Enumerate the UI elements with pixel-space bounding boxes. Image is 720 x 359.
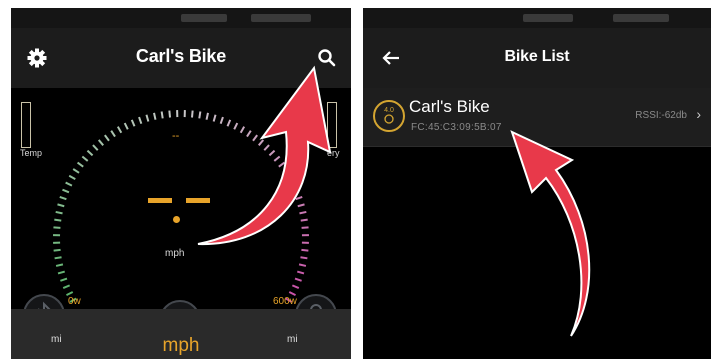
gauge-tick bbox=[246, 130, 252, 138]
gauge-tick bbox=[55, 263, 64, 267]
gauge-tick bbox=[300, 218, 308, 222]
gauge-tick bbox=[72, 168, 80, 174]
battery-bar bbox=[327, 102, 337, 148]
gauge-tick bbox=[282, 168, 290, 174]
speed-digit-right bbox=[186, 198, 210, 203]
battery-label: ery bbox=[327, 148, 340, 158]
svg-text:4.0: 4.0 bbox=[384, 107, 394, 114]
gauge-tick bbox=[60, 277, 68, 282]
gauge-tick bbox=[198, 111, 202, 119]
gauge-tick bbox=[55, 210, 63, 215]
gauge-tick bbox=[138, 116, 143, 125]
gauge-tick bbox=[130, 119, 136, 127]
gauge-tick bbox=[116, 126, 123, 134]
page-title: Bike List bbox=[504, 48, 570, 65]
gauge-tick bbox=[145, 114, 150, 122]
gauge-tick bbox=[81, 155, 89, 162]
gauge-tick bbox=[219, 116, 224, 125]
gauge-tick bbox=[205, 112, 209, 120]
page-title: Carl's Bike bbox=[135, 46, 227, 66]
gauge-tick bbox=[294, 277, 302, 282]
gauge-tick bbox=[295, 196, 303, 201]
bike-list-screen: Bike List 4.0 Carl's Bike FC:45:C3:09:5B… bbox=[363, 8, 711, 359]
gauge-tick bbox=[296, 270, 305, 275]
gauge-tick bbox=[298, 263, 307, 267]
status-bar bbox=[11, 8, 351, 28]
gauge-tick bbox=[59, 196, 67, 201]
gauge-tick bbox=[53, 248, 61, 252]
gauge-tick bbox=[104, 134, 110, 142]
gauge-tick bbox=[299, 210, 307, 215]
gauge-tick bbox=[301, 248, 309, 252]
gauge-tick bbox=[239, 126, 246, 134]
gauge-arc bbox=[53, 110, 309, 303]
gauge-tick bbox=[252, 134, 258, 142]
gauge-tick bbox=[53, 226, 61, 229]
gauge-tick bbox=[153, 112, 157, 120]
gauge-tick bbox=[300, 256, 308, 260]
gauge-tick bbox=[233, 122, 239, 130]
power-max-label: 600w bbox=[273, 296, 297, 307]
app-bar: Carl's Bike bbox=[11, 28, 351, 88]
gauge-tick bbox=[76, 161, 84, 168]
speed-dot bbox=[173, 216, 180, 223]
speed-digit-left bbox=[148, 198, 172, 203]
gauge-tick bbox=[65, 181, 73, 187]
status-bar bbox=[363, 8, 711, 28]
bike-address: FC:45:C3:09:5B:07 bbox=[411, 122, 502, 133]
bike-list-item[interactable]: 4.0 Carl's Bike FC:45:C3:09:5B:07 RSSI:-… bbox=[363, 88, 711, 147]
speed-unit: mph bbox=[165, 248, 185, 259]
gauge-tick bbox=[54, 218, 62, 222]
gauge-tick bbox=[263, 144, 270, 151]
gauge-tick bbox=[268, 149, 276, 157]
gauge-tick bbox=[289, 181, 297, 187]
gauge-tick bbox=[258, 139, 265, 146]
gauge-tick bbox=[123, 122, 129, 130]
gauge-tick bbox=[292, 188, 300, 194]
gauge-tick bbox=[160, 111, 164, 119]
gauge-tick bbox=[286, 174, 294, 180]
gauge-tick bbox=[291, 284, 300, 290]
gauge-tick bbox=[54, 256, 62, 260]
gauge-tick bbox=[68, 174, 76, 180]
gauge-tick bbox=[57, 203, 65, 208]
gauge-tick bbox=[297, 203, 305, 208]
bottom-bar: mi mi mph bbox=[11, 309, 351, 359]
search-icon[interactable] bbox=[313, 44, 341, 72]
speed-gauge: Temp ery -- mph 0w 600w bbox=[11, 88, 351, 318]
gauge-tick bbox=[191, 110, 194, 118]
gauge-tick bbox=[226, 119, 232, 127]
gauge-dash: -- bbox=[172, 130, 180, 142]
gauge-tick bbox=[57, 270, 66, 275]
temp-label: Temp bbox=[20, 148, 43, 158]
gauge-tick bbox=[288, 291, 296, 297]
dashboard-screen: Carl's Bike Temp ery -- mph 0w 600w mi m… bbox=[11, 8, 351, 359]
gauge-tick bbox=[86, 149, 94, 157]
gauge-tick bbox=[66, 291, 74, 297]
gauge-tick bbox=[273, 155, 281, 162]
bike-name: Carl's Bike bbox=[409, 97, 490, 116]
gauge-tick bbox=[278, 161, 286, 168]
gauge-tick bbox=[62, 188, 70, 194]
gauge-tick bbox=[97, 139, 104, 146]
gauge-tick bbox=[212, 114, 217, 122]
chevron-right-icon: › bbox=[696, 106, 701, 122]
gauge-tick bbox=[168, 110, 171, 118]
gauge-tick bbox=[92, 144, 99, 151]
gauge-tick bbox=[110, 130, 116, 138]
speed-unit-toggle[interactable]: mph bbox=[11, 335, 351, 357]
gauge-tick bbox=[62, 284, 71, 290]
signal-strength: RSSI:-62db bbox=[635, 110, 687, 121]
power-min-label: 0w bbox=[68, 296, 81, 307]
gauge-tick bbox=[301, 226, 309, 229]
bike-device-icon: 4.0 bbox=[373, 100, 405, 132]
app-bar: Bike List bbox=[363, 28, 711, 88]
temp-bar bbox=[21, 102, 31, 148]
